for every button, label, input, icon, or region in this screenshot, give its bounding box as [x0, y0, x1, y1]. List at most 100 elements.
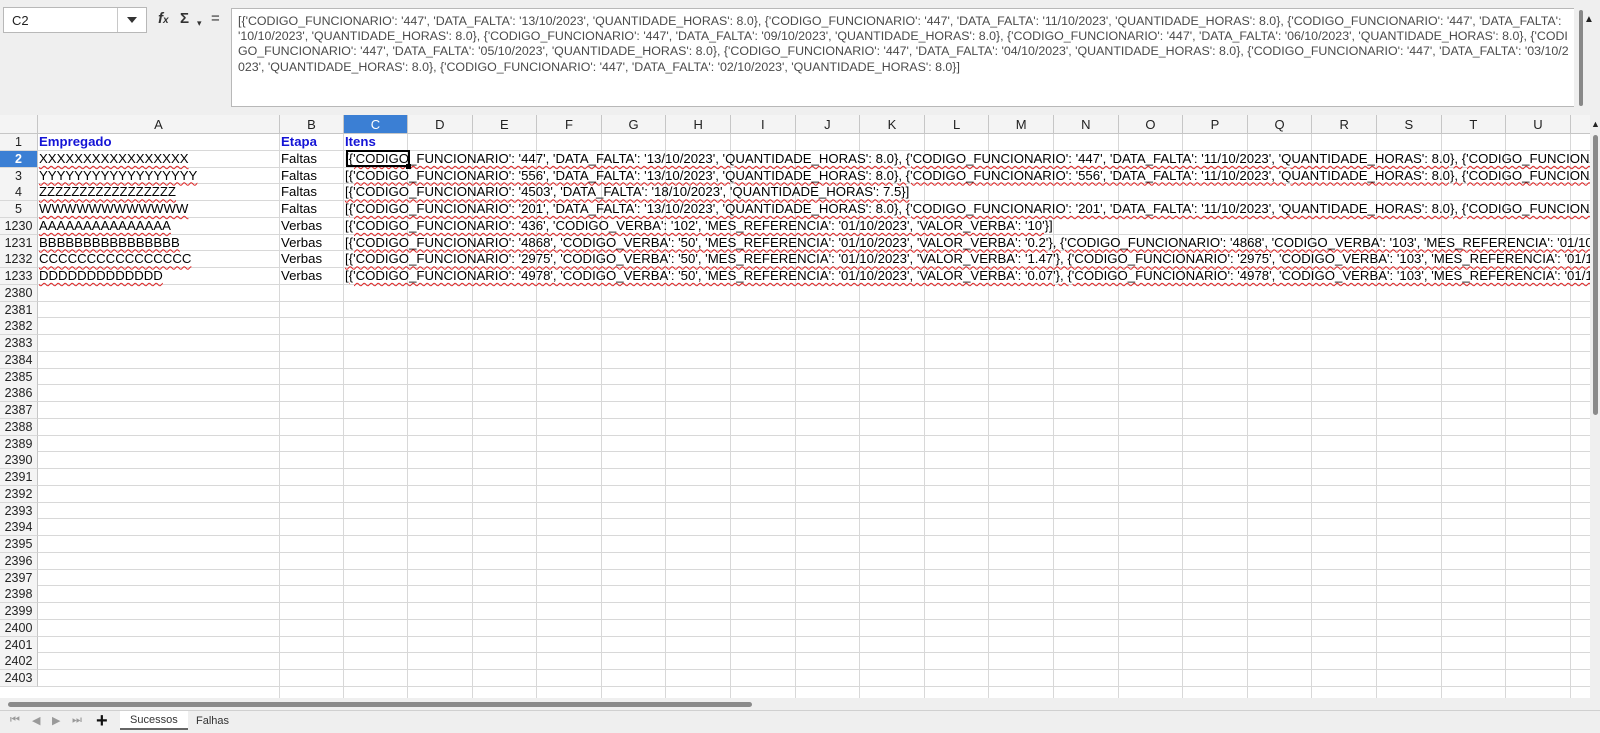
cell-a4[interactable]: ZZZZZZZZZZZZZZZZZ	[38, 184, 176, 200]
cell-b1230[interactable]: Verbas	[280, 218, 322, 234]
cell-area[interactable]: Empregado Etapa Itens XXXXXXXXXXXXXXXXX Falt…	[38, 134, 1590, 698]
cell-b5[interactable]: Faltas	[280, 201, 317, 217]
next-sheet-icon[interactable]: ▶	[52, 714, 60, 727]
column-header-m[interactable]: M	[989, 115, 1054, 133]
row-header-1232[interactable]: 1232	[0, 251, 38, 269]
column-header-k[interactable]: K	[860, 115, 925, 133]
formula-input[interactable]: [{'CODIGO_FUNCIONARIO': '447', 'DATA_FAL…	[231, 8, 1576, 107]
name-box[interactable]: C2	[3, 7, 147, 33]
row-header-2395[interactable]: 2395	[0, 536, 38, 553]
sum-icon[interactable]: Σ	[180, 10, 189, 28]
select-all-corner[interactable]	[0, 115, 38, 133]
cell-a1[interactable]: Empregado	[38, 134, 112, 150]
cell-c1230[interactable]: [{'CODIGO_FUNCIONARIO': '436', 'CODIGO_V…	[344, 218, 1053, 234]
column-header-f[interactable]: F	[537, 115, 602, 133]
row-header-2382[interactable]: 2382	[0, 318, 38, 336]
row-header-2388[interactable]: 2388	[0, 418, 38, 436]
row-header-2387[interactable]: 2387	[0, 402, 38, 419]
column-header-d[interactable]: D	[408, 115, 473, 133]
row-header-2398[interactable]: 2398	[0, 586, 38, 604]
row-header-2402[interactable]: 2402	[0, 653, 38, 671]
name-box-dropdown-button[interactable]	[117, 8, 146, 32]
row-header-1233[interactable]: 1233	[0, 268, 38, 285]
cell-a1230[interactable]: AAAAAAAAAAAAAAA	[38, 218, 171, 234]
row-header-2396[interactable]: 2396	[0, 552, 38, 570]
first-sheet-icon[interactable]: ⏮	[10, 714, 20, 727]
row-header-2390[interactable]: 2390	[0, 452, 38, 470]
column-header-j[interactable]: J	[796, 115, 861, 133]
row-header-2401[interactable]: 2401	[0, 636, 38, 654]
cell-b3[interactable]: Faltas	[280, 168, 317, 184]
row-header-1231[interactable]: 1231	[0, 234, 38, 252]
name-box-value[interactable]: C2	[12, 13, 29, 28]
row-header-2397[interactable]: 2397	[0, 569, 38, 587]
function-wizard-icon[interactable]: fx	[158, 10, 169, 30]
column-header-i[interactable]: I	[731, 115, 796, 133]
tab-sucessos[interactable]: Sucessos	[120, 711, 188, 730]
column-header-b[interactable]: B	[280, 115, 344, 133]
horizontal-scrollbar-thumb[interactable]	[8, 702, 752, 707]
column-header-u[interactable]: U	[1506, 115, 1571, 133]
row-header-1230[interactable]: 1230	[0, 217, 38, 235]
cell-b4[interactable]: Faltas	[280, 184, 317, 200]
cell-a1231[interactable]: BBBBBBBBBBBBBBBB	[38, 235, 180, 251]
column-header-h[interactable]: H	[666, 115, 731, 133]
row-header-2384[interactable]: 2384	[0, 351, 38, 369]
cell-c1233[interactable]: [{'CODIGO_FUNCIONARIO': '4978', 'CODIGO_…	[344, 268, 1590, 284]
row-header-2393[interactable]: 2393	[0, 502, 38, 520]
cell-b1232[interactable]: Verbas	[280, 251, 322, 267]
cell-b2[interactable]: Faltas	[280, 151, 317, 167]
cell-a2[interactable]: XXXXXXXXXXXXXXXXX	[38, 151, 189, 167]
cell-b1233[interactable]: Verbas	[280, 268, 322, 284]
row-header-2391[interactable]: 2391	[0, 469, 38, 486]
formula-equals-button[interactable]: =	[211, 10, 220, 28]
cell-c5[interactable]: [{'CODIGO_FUNCIONARIO': '201', 'DATA_FAL…	[344, 201, 1590, 217]
row-header-2383[interactable]: 2383	[0, 335, 38, 352]
cell-a3[interactable]: YYYYYYYYYYYYYYYYYY	[38, 168, 197, 184]
vertical-scrollbar-thumb[interactable]	[1593, 135, 1598, 415]
column-header-l[interactable]: L	[925, 115, 990, 133]
cell-b1[interactable]: Etapa	[280, 134, 317, 150]
formula-scrollbar-thumb[interactable]	[1579, 10, 1583, 106]
row-header-2399[interactable]: 2399	[0, 603, 38, 620]
last-sheet-icon[interactable]: ⏭	[72, 714, 82, 727]
column-header-g[interactable]: G	[602, 115, 667, 133]
column-header-r[interactable]: R	[1312, 115, 1377, 133]
column-header-n[interactable]: N	[1054, 115, 1119, 133]
cell-c3[interactable]: [{'CODIGO_FUNCIONARIO': '556', 'DATA_FAL…	[344, 168, 1590, 184]
row-header-2392[interactable]: 2392	[0, 485, 38, 503]
scroll-up-icon[interactable]: ▲	[1591, 119, 1600, 129]
column-header-a[interactable]: A	[38, 115, 280, 133]
previous-sheet-icon[interactable]: ◀	[32, 714, 40, 727]
cell-b1231[interactable]: Verbas	[280, 235, 322, 251]
column-header-t[interactable]: T	[1442, 115, 1507, 133]
cell-c4[interactable]: [{'CODIGO_FUNCIONARIO': '4503', 'DATA_FA…	[344, 184, 909, 200]
row-header-2385[interactable]: 2385	[0, 368, 38, 386]
add-sheet-icon[interactable]: +	[96, 710, 108, 733]
autofill-handle[interactable]	[406, 164, 411, 169]
row-header-2403[interactable]: 2403	[0, 670, 38, 687]
tab-falhas[interactable]: Falhas	[186, 711, 239, 730]
cell-c1[interactable]: Itens	[344, 134, 376, 150]
cell-c1231[interactable]: [{'CODIGO_FUNCIONARIO': '4868', 'CODIGO_…	[344, 235, 1590, 251]
row-header-2380[interactable]: 2380	[0, 284, 38, 302]
column-header-c[interactable]: C	[344, 115, 408, 133]
horizontal-scrollbar[interactable]	[0, 698, 1590, 710]
cell-c1232[interactable]: [{'CODIGO_FUNCIONARIO': '2975', 'CODIGO_…	[344, 251, 1590, 267]
cell-a1233[interactable]: DDDDDDDDDDDDD	[38, 268, 163, 284]
cell-a1232[interactable]: CCCCCCCCCCCCCCCC	[38, 251, 191, 267]
column-header-e[interactable]: E	[473, 115, 538, 133]
row-header-2[interactable]: 2	[0, 150, 38, 168]
vertical-scrollbar[interactable]: ▲	[1590, 115, 1600, 705]
row-header-3[interactable]: 3	[0, 167, 38, 185]
row-header-2389[interactable]: 2389	[0, 435, 38, 453]
row-header-2400[interactable]: 2400	[0, 619, 38, 637]
column-header-p[interactable]: P	[1183, 115, 1248, 133]
row-header-2394[interactable]: 2394	[0, 519, 38, 537]
row-header-5[interactable]: 5	[0, 201, 38, 218]
collapse-formula-bar-icon[interactable]: ▲	[1584, 14, 1594, 25]
column-header-o[interactable]: O	[1119, 115, 1184, 133]
spreadsheet-grid[interactable]: ABCDEFGHIJKLMNOPQRSTU 1 2 3 4 5 1230 1231 1232 1…	[0, 115, 1590, 698]
cell-c2[interactable]: [{'CODIGO_FUNCIONARIO': '447', 'DATA_FAL…	[344, 151, 1590, 167]
row-header-1[interactable]: 1	[0, 134, 38, 151]
